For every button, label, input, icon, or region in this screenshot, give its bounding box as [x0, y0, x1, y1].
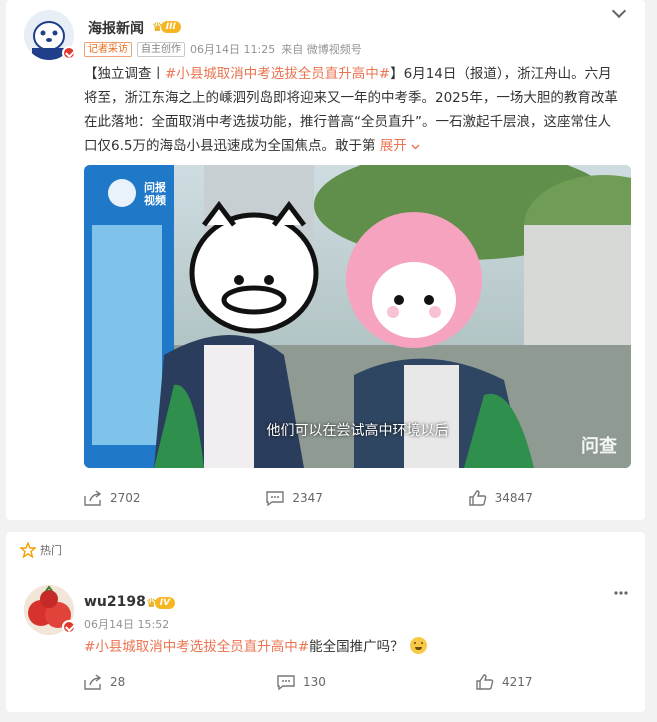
user-level-label: III — [160, 21, 181, 33]
comment-count: 2347 — [292, 491, 323, 505]
comment-icon — [266, 491, 285, 506]
author-name[interactable]: 海报新闻 — [88, 18, 144, 38]
commenter-name[interactable]: wu2198 — [84, 594, 146, 610]
comment-share-button[interactable]: 28 — [84, 674, 239, 690]
like-button[interactable]: 34847 — [429, 490, 631, 506]
emoji-icon — [409, 636, 427, 654]
comment-like-button[interactable]: 4217 — [432, 674, 631, 690]
comment-reply-button[interactable]: 130 — [239, 674, 432, 690]
comment-share-count: 28 — [110, 675, 126, 689]
expand-label: 展开 — [379, 138, 407, 154]
comment-time: 06月14日 15:52 — [84, 618, 170, 631]
hot-comment-card: 热门 wu2198 ♛ IV 06月14日 15:52 #小县城取消中考选拔全员… — [6, 532, 645, 712]
video-watermark: 问查 — [581, 436, 617, 457]
post-time[interactable]: 06月14日 11:25 — [190, 41, 275, 57]
tag-original-creation: 自主创作 — [137, 41, 185, 57]
chevron-down-icon[interactable] — [611, 3, 627, 19]
tag-reporter-interview: 记者采访 — [84, 41, 132, 57]
hot-label: 热门 — [40, 544, 62, 557]
thumbs-up-icon — [476, 674, 494, 690]
share-button[interactable]: 2702 — [84, 490, 246, 506]
comment-icon — [277, 675, 295, 690]
weibo-post-card: 海报新闻 ♛ III 记者采访 自主创作 06月14日 11:25 来自 微博视… — [6, 0, 645, 520]
star-outline-icon — [20, 542, 36, 558]
like-count: 34847 — [494, 491, 533, 505]
more-options-icon[interactable] — [614, 580, 628, 595]
post-text-prefix: 【独立调查丨 — [84, 66, 165, 82]
share-icon — [84, 490, 102, 506]
share-count: 2702 — [110, 491, 141, 505]
thumbs-up-icon — [468, 490, 486, 506]
comment-text: #小县城取消中考选拔全员直升高中# 能全国推广吗？ — [84, 635, 427, 655]
post-text: 【独立调查丨#小县城取消中考选拔全员直升高中#】6月14日（报道），浙江舟山。六… — [84, 62, 624, 158]
expand-link[interactable]: 展开 — [380, 138, 420, 154]
user-level-badge[interactable]: ♛ III — [152, 20, 181, 34]
verified-badge-icon — [62, 46, 76, 60]
video-logo: 问报 视频 — [144, 181, 166, 207]
commenter-level-label: IV — [154, 597, 176, 609]
post-action-bar: 2702 2347 34847 — [84, 487, 631, 509]
commenter-level-badge[interactable]: ♛ IV — [146, 596, 176, 610]
comment-action-bar: 28 130 4217 — [84, 671, 631, 693]
comment-reply-count: 130 — [303, 675, 326, 689]
verified-badge-icon — [62, 620, 76, 634]
comment-body: 能全国推广吗？ — [309, 639, 404, 655]
comment-hashtag-link[interactable]: #小县城取消中考选拔全员直升高中# — [84, 635, 309, 655]
video-subtitle: 他们可以在尝试高中环境以后 — [266, 423, 449, 439]
post-meta: 记者采访 自主创作 06月14日 11:25 来自 微博视频号 — [84, 41, 362, 57]
post-source[interactable]: 来自 微博视频号 — [281, 41, 362, 57]
chevron-down-icon — [411, 144, 420, 150]
more-dots-icon — [614, 591, 628, 595]
comment-button[interactable]: 2347 — [246, 490, 428, 506]
share-icon — [84, 674, 102, 690]
comment-like-count: 4217 — [502, 675, 533, 689]
hot-header: 热门 — [20, 542, 62, 558]
post-hashtag-link[interactable]: #小县城取消中考选拔全员直升高中# — [165, 66, 390, 82]
video-player[interactable]: 问报 视频 他们可以在尝试高中环境以后 问查 — [84, 165, 631, 468]
